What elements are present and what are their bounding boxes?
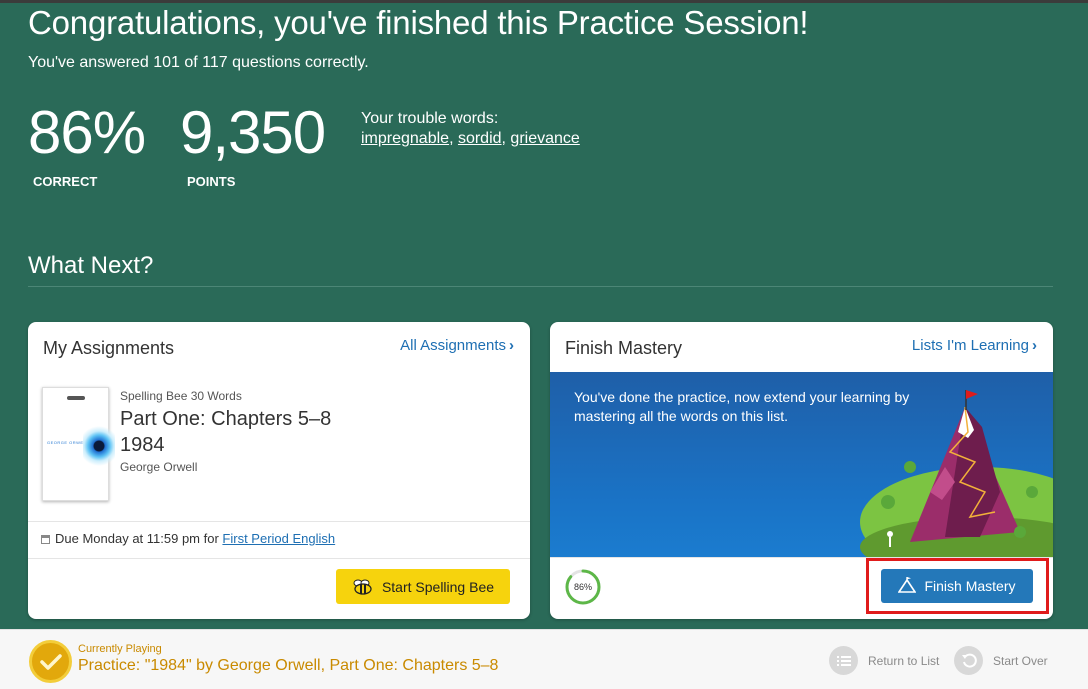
bee-icon (352, 579, 374, 595)
return-to-list-button[interactable]: Return to List (829, 646, 939, 675)
assignments-card: My Assignments All Assignments › GEORGE O… (28, 322, 530, 619)
card-title: My Assignments (43, 338, 175, 358)
all-assignments-link[interactable]: All Assignments › (400, 337, 514, 354)
page-title: Congratulations, you've finished this Pr… (28, 4, 809, 41)
now-playing-title: Practice: "1984" by George Orwell, Part … (78, 657, 499, 674)
stat-points: 9,350 POINTS (180, 98, 326, 189)
eye-illustration (83, 426, 115, 466)
highlight-box (866, 558, 1049, 614)
mastery-banner: You've done the practice, now extend you… (550, 372, 1053, 557)
progress-text: 86% (574, 582, 592, 592)
correct-percent: 86% (28, 99, 146, 166)
due-text: Due Monday at 11:59 pm for (55, 531, 219, 546)
divider (28, 521, 530, 522)
trouble-word-link[interactable]: sordid (458, 130, 502, 147)
currently-playing-label: Currently Playing (78, 643, 162, 655)
trouble-words-label: Your trouble words: (361, 110, 499, 127)
divider (28, 558, 530, 559)
section-heading: What Next? (28, 252, 154, 279)
card-title: Finish Mastery (565, 338, 683, 358)
return-label: Return to List (868, 653, 940, 668)
trouble-word-link[interactable]: grievance (510, 130, 579, 147)
checkmark-badge-icon (29, 640, 72, 683)
trouble-word-link[interactable]: impregnable (361, 130, 449, 147)
top-border (0, 0, 1088, 3)
trouble-words: Your trouble words: impregnable, sordid,… (361, 110, 580, 147)
start-spelling-bee-button[interactable]: Start Spelling Bee (336, 569, 510, 604)
book-cover[interactable]: GEORGE ORWELL (42, 387, 115, 501)
start-over-label: Start Over (993, 653, 1048, 668)
stat-correct: 86% CORRECT (28, 98, 146, 189)
due-info: Due Monday at 11:59 pm for First Period … (41, 531, 335, 546)
class-link[interactable]: First Period English (222, 531, 335, 546)
lists-learning-link[interactable]: Lists I'm Learning › (912, 337, 1037, 354)
restart-icon (954, 646, 983, 675)
mastery-card: Finish Mastery Lists I'm Learning › You'v… (550, 322, 1053, 619)
chevron-right-icon: › (509, 337, 514, 354)
mastery-progress-ring: 86% (564, 568, 602, 606)
calendar-icon (41, 535, 50, 544)
score-summary: You've answered 101 of 117 questions cor… (28, 54, 369, 71)
chevron-right-icon: › (1032, 337, 1037, 354)
book-author: George Orwell (120, 460, 198, 474)
points-label: POINTS (187, 174, 236, 189)
list-icon (829, 646, 858, 675)
button-label: Start Spelling Bee (381, 578, 495, 595)
cover-tab (67, 396, 85, 400)
points-value: 9,350 (180, 99, 326, 166)
now-playing-bar: Currently Playing Practice: "1984" by Ge… (0, 629, 1088, 689)
assignment-title[interactable]: Part One: Chapters 5–8 (120, 408, 331, 431)
divider (28, 286, 1053, 287)
correct-label: CORRECT (33, 174, 98, 189)
book-title: 1984 (120, 434, 165, 456)
start-over-button[interactable]: Start Over (954, 646, 1048, 675)
assignment-type: Spelling Bee 30 Words (120, 389, 242, 403)
mountain-illustration (860, 390, 1053, 557)
